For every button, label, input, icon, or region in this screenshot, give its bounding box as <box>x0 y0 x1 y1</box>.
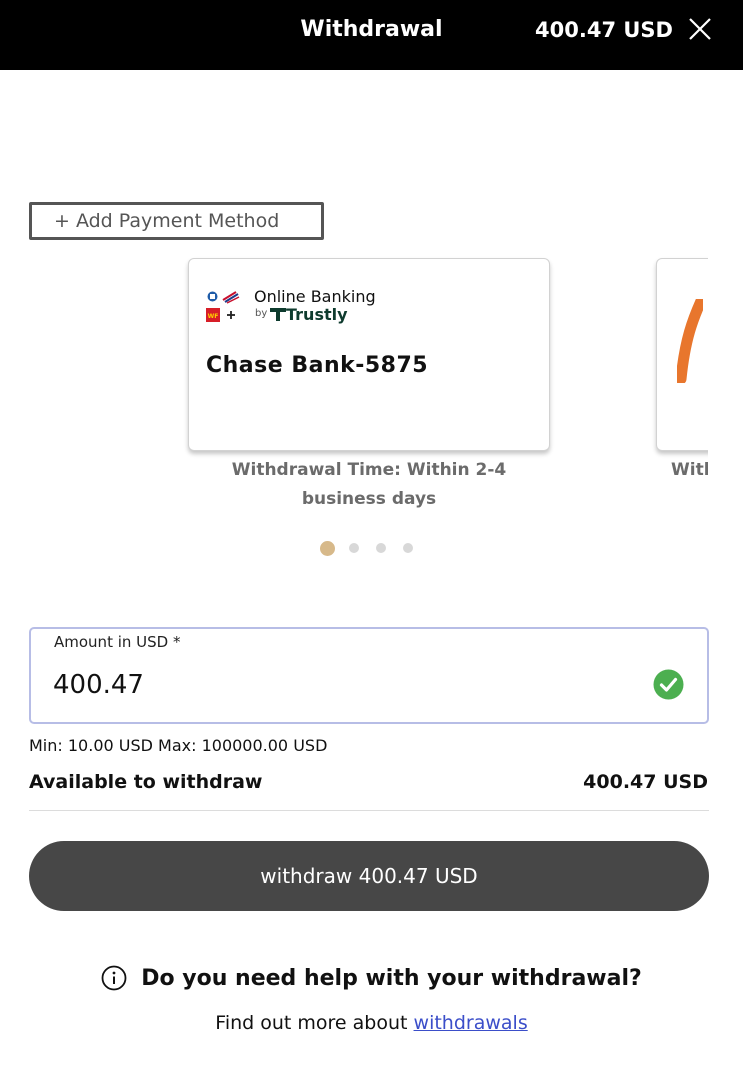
trustly-label: Trustly <box>286 305 348 324</box>
header-bar: Withdrawal 400.47 USD <box>0 0 743 70</box>
withdrawals-link[interactable]: withdrawals <box>414 1012 528 1034</box>
chase-logo-icon <box>206 290 219 303</box>
plus-icon <box>227 311 235 319</box>
carousel-dot[interactable] <box>376 543 386 553</box>
available-value: 400.47 USD <box>583 771 708 793</box>
add-payment-method-button[interactable]: + Add Payment Method <box>29 202 324 240</box>
help-title: Do you need help with your withdrawal? <box>141 965 642 991</box>
carousel-indicator <box>320 540 430 556</box>
payment-brand-logo-icon <box>677 299 703 383</box>
amount-field-label: Amount in USD * <box>54 633 181 651</box>
payment-card-online-banking[interactable]: WF Online Banking by Trustly Chase Bank-… <box>188 258 550 451</box>
payment-card-next-body[interactable] <box>656 258 708 451</box>
svg-text:WF: WF <box>208 313 219 320</box>
wells-fargo-logo-icon: WF <box>206 308 220 322</box>
help-prefix: Find out more about <box>215 1012 408 1034</box>
bank-logos-icon: WF <box>206 290 240 322</box>
payment-provider-name: Online Banking <box>254 287 376 306</box>
info-icon <box>101 965 127 991</box>
trustly-logo-icon <box>270 308 286 321</box>
next-card-caption: Witl <box>671 460 708 480</box>
close-icon[interactable] <box>687 16 713 42</box>
carousel-dot-active[interactable] <box>320 540 335 556</box>
carousel-dot[interactable] <box>349 543 359 553</box>
trustly-logo: Trustly <box>270 305 348 324</box>
available-label: Available to withdraw <box>29 771 263 793</box>
help-section: Do you need help with your withdrawal? <box>0 960 743 996</box>
withdrawal-time-caption: Withdrawal Time: Within 2-4 business day… <box>231 460 507 509</box>
amount-input[interactable] <box>53 665 613 705</box>
amount-limits: Min: 10.00 USD Max: 100000.00 USD <box>29 736 328 755</box>
payment-provider-by: by <box>255 308 268 319</box>
amount-field[interactable]: Amount in USD * <box>29 627 709 724</box>
divider <box>29 810 709 811</box>
help-find-out: Find out more about withdrawals <box>0 1012 743 1034</box>
bank-of-america-logo-icon <box>222 291 240 304</box>
carousel-dot[interactable] <box>403 543 413 553</box>
withdraw-button[interactable]: withdraw 400.47 USD <box>29 841 709 911</box>
check-circle-icon <box>653 669 684 700</box>
header-balance: 400.47 USD <box>535 18 673 42</box>
bank-account-name: Chase Bank-5875 <box>206 353 429 378</box>
